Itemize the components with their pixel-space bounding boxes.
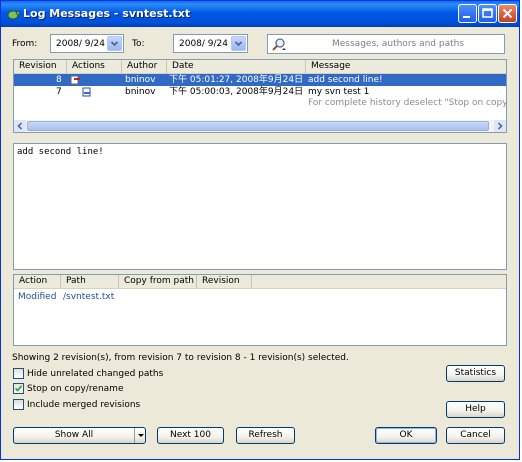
- help-button[interactable]: Help: [446, 401, 505, 418]
- revision-date: 下午 05:01:27, 2008年9月24日: [169, 75, 304, 85]
- scroll-right-button[interactable]: [494, 120, 506, 132]
- column-author[interactable]: Author: [122, 60, 167, 73]
- message-text: add second line!: [17, 147, 104, 157]
- window-title: Log Messages - svntest.txt: [23, 7, 191, 20]
- column-path[interactable]: Path: [61, 275, 119, 288]
- changed-path-row[interactable]: Modified /svntest.txt: [14, 291, 506, 303]
- ok-button[interactable]: OK: [375, 427, 437, 444]
- column-message[interactable]: Message: [306, 60, 506, 73]
- column-revision[interactable]: Revision: [14, 60, 67, 73]
- minimize-icon: [463, 16, 470, 18]
- to-date-picker[interactable]: 2008/ 9/24: [173, 34, 248, 53]
- chevron-left-icon: [17, 122, 23, 130]
- scroll-thumb[interactable]: [27, 121, 489, 131]
- maximize-button[interactable]: [478, 4, 497, 23]
- stop-on-copy-checkbox[interactable]: [13, 383, 24, 394]
- include-merged-label[interactable]: Include merged revisions: [27, 400, 140, 410]
- chevron-right-icon: [497, 122, 503, 130]
- next-100-button[interactable]: Next 100: [157, 427, 224, 444]
- hide-unrelated-label[interactable]: Hide unrelated changed paths: [27, 369, 163, 379]
- hide-unrelated-checkbox[interactable]: [13, 368, 24, 379]
- revision-number: 8: [56, 75, 62, 85]
- revision-list-header: Revision Actions Author Date Message: [14, 60, 506, 74]
- history-note: For complete history deselect "Stop on c…: [308, 98, 507, 108]
- log-messages-window: Log Messages - svntest.txt From: 2008/ 9…: [0, 0, 520, 460]
- status-text: Showing 2 revision(s), from revision 7 t…: [12, 353, 349, 363]
- horizontal-scrollbar[interactable]: [14, 120, 506, 132]
- path-name: /svntest.txt: [63, 292, 115, 302]
- show-all-label: Show All: [54, 430, 94, 440]
- changed-paths-header: Action Path Copy from path Revision: [14, 275, 506, 289]
- minimize-button[interactable]: [458, 4, 477, 23]
- revision-author: bninov: [125, 75, 156, 85]
- column-action[interactable]: Action: [14, 275, 61, 288]
- revision-row[interactable]: 8 bninov 下午 05:01:27, 2008年9月24日 add sec…: [14, 74, 506, 86]
- history-note-row: For complete history deselect "Stop on c…: [14, 97, 506, 109]
- title-bar[interactable]: Log Messages - svntest.txt: [1, 1, 519, 27]
- include-merged-checkbox[interactable]: [13, 399, 24, 410]
- column-actions[interactable]: Actions: [67, 60, 122, 73]
- path-action: Modified: [18, 292, 57, 302]
- search-magnifier-icon[interactable]: [271, 37, 287, 55]
- close-icon: [502, 8, 513, 19]
- scroll-left-button[interactable]: [14, 120, 26, 132]
- checkmark-icon: [14, 385, 23, 392]
- turtle-icon: [6, 7, 21, 21]
- from-label: From:: [12, 39, 38, 49]
- cancel-button[interactable]: Cancel: [446, 427, 505, 444]
- close-button[interactable]: [498, 4, 517, 23]
- column-date[interactable]: Date: [167, 60, 306, 73]
- revision-message: add second line!: [308, 75, 383, 85]
- chevron-down-icon[interactable]: [137, 428, 145, 449]
- chevron-down-icon[interactable]: [231, 36, 246, 51]
- to-date-value: 2008/ 9/24: [179, 39, 229, 49]
- refresh-button[interactable]: Refresh: [236, 427, 295, 444]
- from-date-value: 2008/ 9/24: [56, 39, 106, 49]
- message-textbox[interactable]: add second line!: [13, 143, 507, 270]
- show-all-button[interactable]: Show All: [13, 427, 146, 444]
- column-copy-from-path[interactable]: Copy from path: [119, 275, 197, 288]
- to-label: To:: [132, 39, 145, 49]
- changed-paths-list[interactable]: Action Path Copy from path Revision Modi…: [13, 274, 507, 346]
- stop-on-copy-label[interactable]: Stop on copy/rename: [27, 384, 123, 394]
- search-placeholder: Messages, authors and paths: [332, 39, 465, 49]
- maximize-icon: [482, 8, 493, 18]
- revision-list[interactable]: Revision Actions Author Date Message 8 b…: [13, 59, 507, 133]
- search-input[interactable]: Messages, authors and paths: [267, 34, 505, 54]
- split-divider: [134, 428, 135, 443]
- statistics-button[interactable]: Statistics: [446, 365, 505, 382]
- chevron-down-icon[interactable]: [107, 36, 122, 51]
- column-path-revision[interactable]: Revision: [197, 275, 252, 288]
- from-date-picker[interactable]: 2008/ 9/24: [50, 34, 124, 53]
